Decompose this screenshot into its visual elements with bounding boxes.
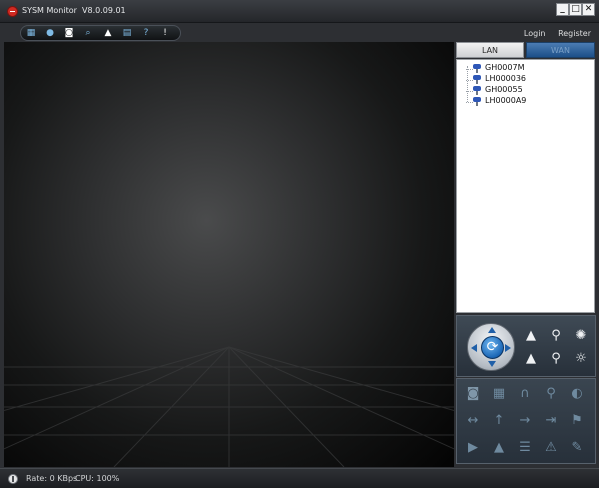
pan-down-icon[interactable] bbox=[488, 361, 496, 367]
device-name: LH0000A9 bbox=[485, 96, 527, 105]
focus-icon[interactable]: ⚲ bbox=[548, 328, 564, 344]
iris-close-icon[interactable]: ☼ bbox=[573, 351, 589, 367]
camera-device-icon bbox=[466, 97, 482, 106]
register-link[interactable]: Register bbox=[558, 29, 591, 38]
horizontal-arrows-icon[interactable]: ↔ bbox=[463, 411, 483, 431]
camera-device-icon bbox=[466, 75, 482, 84]
zoom-in-icon[interactable]: ▲ bbox=[523, 328, 539, 344]
status-bar: Rate: 0 KBps CPU: 100% bbox=[0, 468, 599, 488]
ptz-joystick[interactable]: ⟳ bbox=[467, 323, 515, 371]
snapshot-camera-icon[interactable]: ◙ bbox=[62, 27, 76, 40]
ptz-control-panel: ⟳ ▲ ⚲ ✺ ▲ ⚲ ☼ bbox=[456, 315, 596, 377]
wrench-icon[interactable]: ✎ bbox=[567, 438, 587, 458]
function-button-grid: ◙ ▦ ∩ ⚲ ◐ ↔ ↑ → ⇥ ⚑ ▶ ▲ ☰ ⚠ ✎ bbox=[456, 378, 596, 464]
rate-status: Rate: 0 KBps bbox=[26, 474, 78, 483]
pan-left-icon[interactable] bbox=[471, 344, 477, 352]
clapperboard-icon[interactable]: ▦ bbox=[489, 384, 509, 404]
minimize-button[interactable]: _ bbox=[556, 3, 569, 16]
device-tree: GH0007M LH000036 GH00055 LH0000A9 bbox=[456, 59, 595, 313]
pan-right-icon[interactable] bbox=[505, 344, 511, 352]
info-icon[interactable]: ! bbox=[158, 27, 172, 40]
right-arrow-icon[interactable]: → bbox=[515, 411, 535, 431]
device-name: GH00055 bbox=[485, 85, 523, 94]
app-title: SYSM Monitor bbox=[22, 6, 77, 15]
maximize-button[interactable]: □ bbox=[569, 3, 582, 16]
account-links: Login Register bbox=[514, 29, 591, 38]
lock-icon[interactable]: ▲ bbox=[101, 27, 115, 40]
triangle-icon[interactable]: ▲ bbox=[489, 438, 509, 458]
main-toolbar: ▦ ● ◙ ⌕ ▲ ▤ ? ! bbox=[20, 25, 181, 41]
microphone-icon[interactable]: ⚲ bbox=[541, 384, 561, 404]
floor-grid-graphic bbox=[4, 346, 454, 467]
login-link[interactable]: Login bbox=[524, 29, 546, 38]
camera-device-icon bbox=[466, 86, 482, 95]
device-name: LH000036 bbox=[485, 74, 527, 83]
video-display[interactable] bbox=[4, 42, 454, 467]
help-icon[interactable]: ? bbox=[139, 27, 153, 40]
tab-lan[interactable]: LAN bbox=[456, 42, 524, 58]
window-title: SYSM Monitor V8.0.09.01 bbox=[22, 6, 126, 15]
layout-grid-icon[interactable]: ▦ bbox=[24, 27, 38, 40]
tree-connector bbox=[467, 66, 468, 102]
status-info-icon bbox=[8, 474, 18, 484]
dial-icon[interactable]: ◐ bbox=[567, 384, 587, 404]
app-version: V8.0.09.01 bbox=[82, 6, 126, 15]
wifi-icon[interactable]: ☰ bbox=[515, 438, 535, 458]
title-bar[interactable]: SYSM Monitor V8.0.09.01 _ □ ✕ bbox=[0, 0, 599, 23]
storage-icon[interactable]: ▤ bbox=[120, 27, 134, 40]
app-logo-icon bbox=[7, 6, 18, 17]
play-icon[interactable]: ▶ bbox=[463, 438, 483, 458]
device-name: GH0007M bbox=[485, 63, 525, 72]
headphones-icon[interactable]: ∩ bbox=[515, 384, 535, 404]
camera-device-icon bbox=[466, 64, 482, 73]
focus-out-icon[interactable]: ⚲ bbox=[548, 351, 564, 367]
enter-icon[interactable]: ⇥ bbox=[541, 411, 561, 431]
record-icon[interactable]: ● bbox=[43, 27, 57, 40]
warning-icon[interactable]: ⚠ bbox=[541, 438, 561, 458]
search-icon[interactable]: ⌕ bbox=[81, 27, 95, 40]
close-button[interactable]: ✕ bbox=[582, 3, 595, 16]
snapshot-icon[interactable]: ◙ bbox=[463, 384, 483, 404]
auto-rotate-icon[interactable]: ⟳ bbox=[481, 336, 504, 359]
zoom-out-icon[interactable]: ▲ bbox=[523, 351, 539, 367]
network-tabs: LAN WAN bbox=[456, 42, 595, 58]
app-window: SYSM Monitor V8.0.09.01 _ □ ✕ ▦ ● ◙ ⌕ ▲ … bbox=[0, 0, 599, 488]
cpu-status: CPU: 100% bbox=[75, 474, 120, 483]
pan-up-icon[interactable] bbox=[488, 327, 496, 333]
iris-open-icon[interactable]: ✺ bbox=[573, 328, 589, 344]
tab-wan[interactable]: WAN bbox=[526, 42, 595, 58]
flag-icon[interactable]: ⚑ bbox=[567, 411, 587, 431]
up-arrow-icon[interactable]: ↑ bbox=[489, 411, 509, 431]
